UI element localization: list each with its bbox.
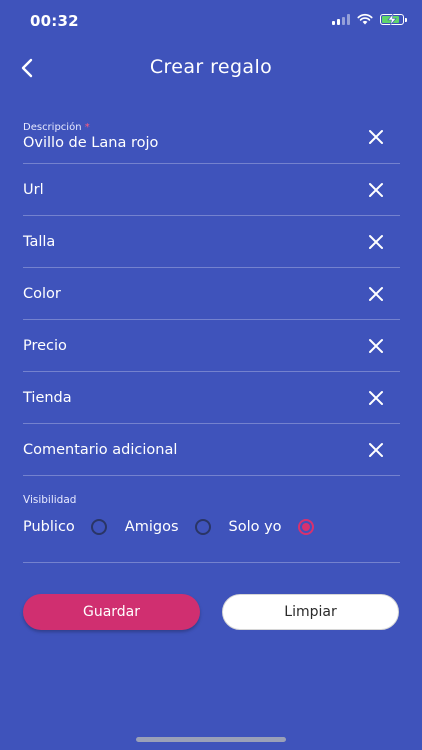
clear-comment-button[interactable] (366, 440, 386, 460)
friends-radio[interactable] (194, 519, 211, 535)
wifi-icon (357, 13, 373, 25)
gift-form: Descripción * Ovillo de Lana rojo Url Ta… (23, 111, 400, 476)
status-bar: 00:32 (0, 0, 422, 40)
price-label: Precio (23, 338, 67, 354)
size-label: Talla (23, 234, 56, 250)
description-field[interactable]: Descripción * Ovillo de Lana rojo (23, 111, 400, 164)
close-icon (369, 130, 383, 144)
close-icon (369, 183, 383, 197)
clear-color-button[interactable] (366, 284, 386, 304)
comment-field[interactable]: Comentario adicional (23, 424, 400, 476)
battery-icon (380, 13, 407, 25)
close-icon (369, 287, 383, 301)
store-label: Tienda (23, 390, 72, 406)
clear-description-button[interactable] (366, 127, 386, 147)
required-mark: * (84, 122, 90, 133)
signal-icon (332, 13, 350, 25)
close-icon (369, 235, 383, 249)
friends-option-label: Amigos (124, 519, 179, 535)
store-field[interactable]: Tienda (23, 372, 400, 424)
only-me-radio[interactable] (297, 519, 314, 535)
visibility-label: Visibilidad (23, 494, 77, 506)
status-icons (332, 13, 407, 25)
color-label: Color (23, 286, 61, 302)
visibility-section: Visibilidad Publico Amigos Solo yo (23, 493, 400, 563)
visibility-option-only-me[interactable]: Solo yo (229, 519, 314, 535)
close-icon (369, 391, 383, 405)
clear-store-button[interactable] (366, 388, 386, 408)
save-button[interactable]: Guardar (23, 594, 200, 630)
status-time: 00:32 (30, 12, 79, 30)
description-value[interactable]: Ovillo de Lana rojo (23, 135, 158, 151)
close-icon (369, 339, 383, 353)
color-field[interactable]: Color (23, 268, 400, 320)
nav-bar: Crear regalo (0, 46, 422, 90)
clear-url-button[interactable] (366, 180, 386, 200)
description-label: Descripción (23, 122, 82, 133)
visibility-radio-group: Publico Amigos Solo yo (23, 519, 332, 535)
url-label: Url (23, 182, 44, 198)
public-radio[interactable] (90, 519, 107, 535)
clear-size-button[interactable] (366, 232, 386, 252)
public-option-label: Publico (23, 519, 75, 535)
only-me-option-label: Solo yo (228, 519, 282, 535)
page-title: Crear regalo (149, 56, 273, 78)
clear-button[interactable]: Limpiar (222, 594, 399, 630)
visibility-option-public[interactable]: Publico (23, 519, 107, 535)
size-field[interactable]: Talla (23, 216, 400, 268)
clear-price-button[interactable] (366, 336, 386, 356)
close-icon (369, 443, 383, 457)
visibility-option-friends[interactable]: Amigos (125, 519, 211, 535)
comment-label: Comentario adicional (23, 442, 178, 458)
price-field[interactable]: Precio (23, 320, 400, 372)
home-indicator (136, 737, 286, 742)
url-field[interactable]: Url (23, 164, 400, 216)
radio-selected-dot (301, 523, 310, 531)
